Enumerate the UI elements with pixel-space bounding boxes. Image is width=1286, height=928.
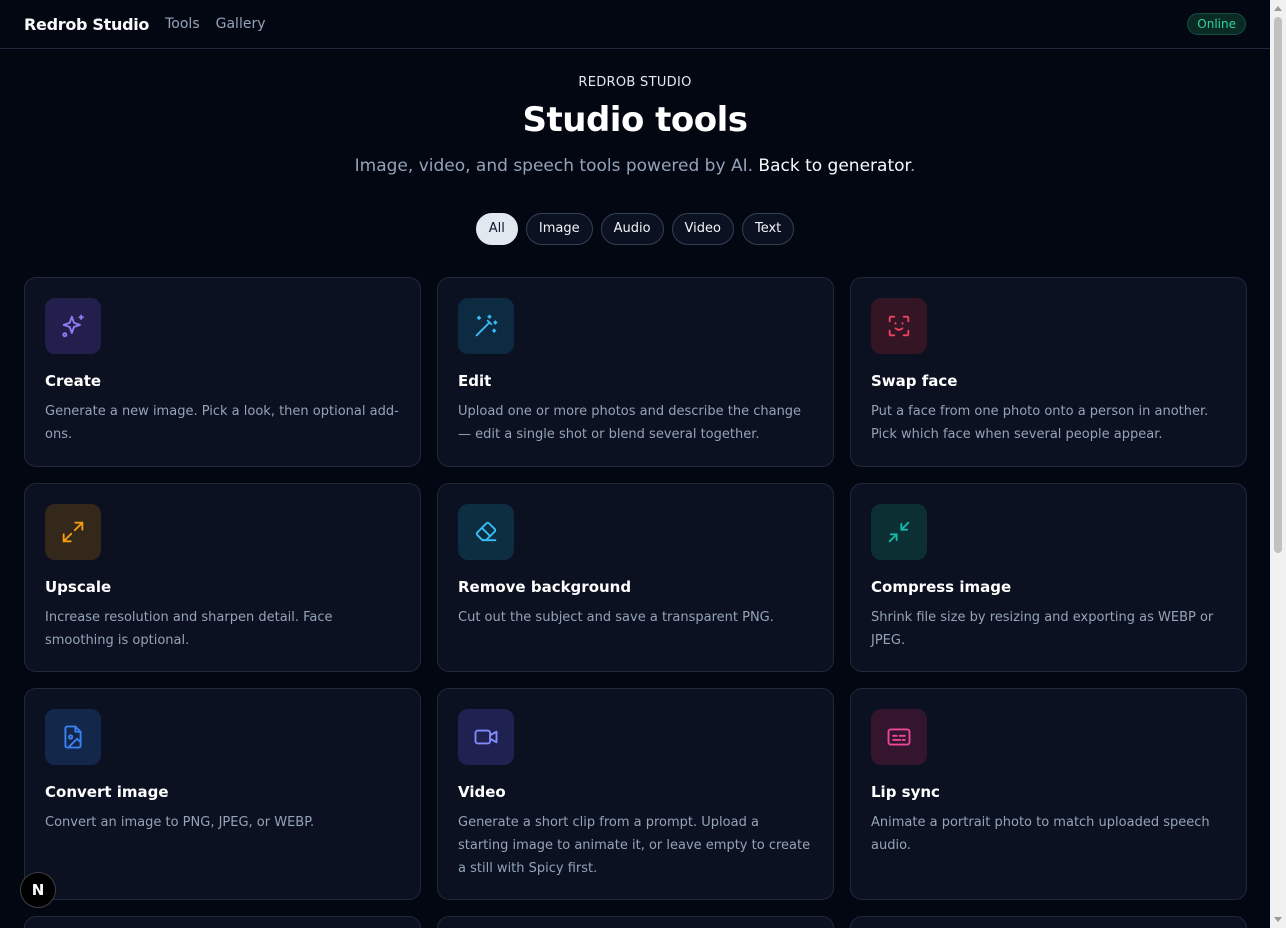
- tool-description: Cut out the subject and save a transpare…: [458, 610, 774, 625]
- tool-title: Edit: [458, 372, 492, 390]
- subtitle-text: Image, video, and speech tools powered b…: [354, 156, 753, 176]
- tool-card-lip-sync[interactable]: Lip sync Animate a portrait photo to mat…: [850, 688, 1247, 900]
- tool-icon-box: [45, 709, 101, 765]
- file-image-icon: [64, 725, 82, 749]
- tool-card-convert-image[interactable]: Convert image Convert an image to PNG, J…: [24, 688, 421, 900]
- category-filters: All Image Audio Video Text: [0, 213, 1270, 245]
- filter-video[interactable]: Video: [671, 213, 734, 245]
- back-to-generator-link[interactable]: Back to generator: [758, 156, 910, 176]
- face-scan-icon: [888, 315, 910, 337]
- tool-description: Increase resolution and sharpen detail. …: [45, 610, 333, 648]
- tool-card-edit[interactable]: Edit Upload one or more photos and descr…: [437, 277, 834, 467]
- top-navbar: Redrob Studio Tools Gallery Online: [0, 0, 1270, 49]
- dev-tools-badge[interactable]: N: [20, 872, 56, 908]
- tool-card-remove-background[interactable]: Remove background Cut out the subject an…: [437, 483, 834, 672]
- page-eyebrow: REDROB STUDIO: [578, 75, 692, 90]
- page: Redrob Studio Tools Gallery Online REDRO…: [0, 0, 1286, 928]
- eraser-icon: [475, 521, 497, 542]
- tool-description: Generate a new image. Pick a look, then …: [45, 404, 399, 442]
- tool-description: Animate a portrait photo to match upload…: [871, 815, 1210, 853]
- tool-icon-box: [871, 298, 927, 354]
- page-scrollbar[interactable]: [1270, 0, 1286, 928]
- filter-audio[interactable]: Audio: [600, 213, 664, 245]
- tool-card-compress-image[interactable]: Compress image Shrink file size by resiz…: [850, 483, 1247, 672]
- tool-icon-box: [45, 298, 101, 354]
- captions-icon: [887, 728, 911, 746]
- tool-card-partial[interactable]: [437, 916, 834, 928]
- tool-title: Compress image: [871, 578, 1012, 596]
- scrollbar-thumb[interactable]: [1274, 17, 1282, 553]
- tool-card-partial[interactable]: [850, 916, 1247, 928]
- magic-wand-icon: [475, 314, 498, 337]
- tool-title: Lip sync: [871, 783, 940, 801]
- nav-tools-link[interactable]: Tools: [165, 16, 200, 32]
- tool-icon-box: [871, 709, 927, 765]
- filter-text[interactable]: Text: [741, 213, 795, 245]
- tool-description: Shrink file size by resizing and exporti…: [871, 610, 1214, 648]
- filter-all[interactable]: All: [475, 213, 518, 245]
- tool-card-upscale[interactable]: Upscale Increase resolution and sharpen …: [24, 483, 421, 672]
- sparkles-icon: [62, 314, 84, 338]
- video-camera-icon: [474, 729, 498, 745]
- tool-title: Upscale: [45, 578, 112, 596]
- tool-title: Video: [458, 783, 506, 801]
- tool-icon-box: [871, 504, 927, 560]
- expand-icon: [62, 521, 84, 543]
- scroll-up-arrow[interactable]: [1274, 6, 1282, 11]
- tool-title: Swap face: [871, 372, 958, 390]
- filter-image[interactable]: Image: [525, 213, 593, 245]
- tool-description: Put a face from one photo onto a person …: [871, 404, 1209, 442]
- main-nav: Tools Gallery: [165, 16, 265, 32]
- tool-icon-box: [458, 709, 514, 765]
- tool-icon-box: [458, 504, 514, 560]
- scroll-down-arrow[interactable]: [1274, 917, 1282, 922]
- tool-card-create[interactable]: Create Generate a new image. Pick a look…: [24, 277, 421, 467]
- tool-description: Generate a short clip from a prompt. Upl…: [458, 815, 811, 876]
- page-title: Studio tools: [522, 100, 749, 140]
- status-badge: Online: [1187, 13, 1246, 35]
- tool-title: Convert image: [45, 783, 169, 801]
- tool-card-partial[interactable]: [24, 916, 421, 928]
- page-subtitle: Image, video, and speech tools powered b…: [0, 156, 1270, 176]
- tool-description: Upload one or more photos and describe t…: [458, 404, 802, 442]
- brand-logo[interactable]: Redrob Studio: [24, 15, 149, 34]
- shrink-icon: [888, 521, 910, 543]
- tool-card-video[interactable]: Video Generate a short clip from a promp…: [437, 688, 834, 900]
- tool-description: Convert an image to PNG, JPEG, or WEBP.: [45, 815, 315, 830]
- tools-grid: Create Generate a new image. Pick a look…: [24, 277, 1247, 928]
- tool-card-swap-face[interactable]: Swap face Put a face from one photo onto…: [850, 277, 1247, 467]
- tool-icon-box: [45, 504, 101, 560]
- tool-title: Create: [45, 372, 102, 390]
- tool-title: Remove background: [458, 578, 632, 596]
- subtitle-period: .: [909, 156, 916, 176]
- nav-gallery-link[interactable]: Gallery: [216, 16, 266, 32]
- tool-icon-box: [458, 298, 514, 354]
